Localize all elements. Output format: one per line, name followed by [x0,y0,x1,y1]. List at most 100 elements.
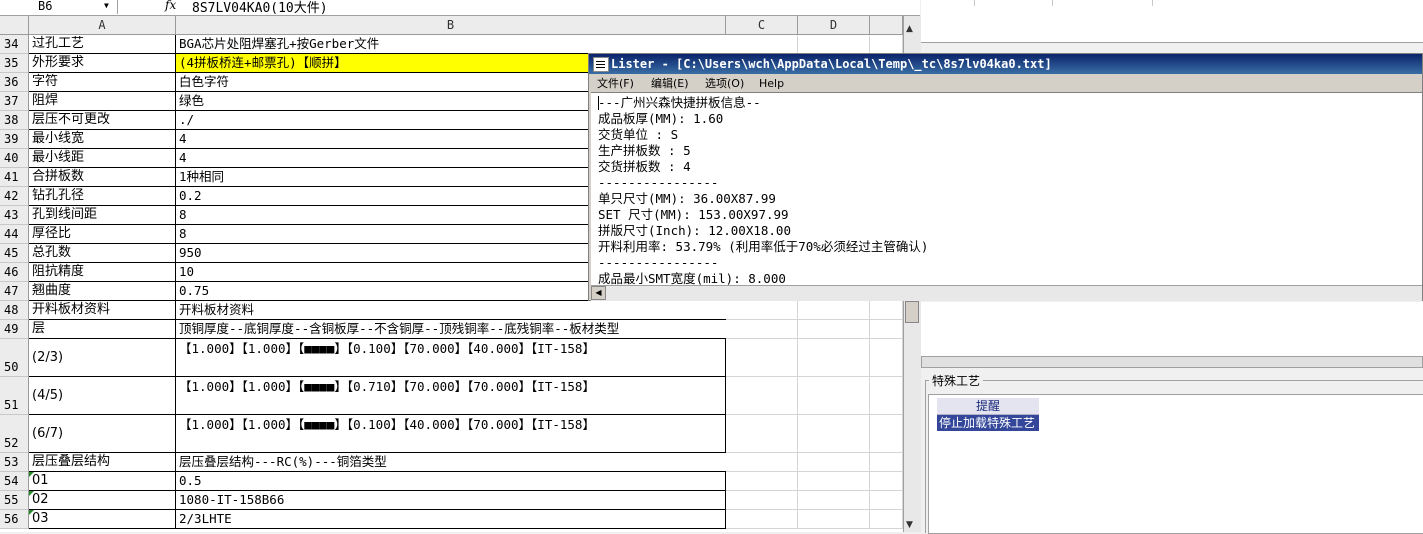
cell-b[interactable]: 层压叠层结构---RC(%)---铜箔类型 [176,453,726,472]
cell-a[interactable]: 最小线宽 [29,130,176,149]
row-header[interactable]: 45 [0,244,29,263]
cell-a[interactable]: 合拼板数 [29,168,176,187]
column-header-c[interactable]: C [726,16,798,35]
cell-c[interactable] [726,491,798,510]
row-header[interactable]: 39 [0,130,29,149]
row-header[interactable]: 55 [0,491,29,510]
cell-a[interactable]: 层 [29,320,176,339]
cell-c[interactable] [726,320,798,339]
row-header[interactable]: 54 [0,472,29,491]
cell-b[interactable]: 2/3LHTE [176,510,726,529]
cell-d[interactable] [798,491,870,510]
row-header[interactable]: 47 [0,282,29,301]
cell-c[interactable] [726,510,798,529]
lister-horizontal-scrollbar[interactable]: ◀ [591,285,1422,301]
cell-a[interactable]: 层压不可更改 [29,111,176,130]
lister-window[interactable]: Lister - [C:\Users\wch\AppData\Local\Tem… [588,53,1423,301]
menu-help[interactable]: Help [759,75,784,92]
row-header[interactable]: 56 [0,510,29,529]
cell-b[interactable]: BGA芯片处阻焊塞孔+按Gerber文件 [176,35,726,54]
chevron-down-icon[interactable]: ▼ [104,0,109,12]
row-header[interactable]: 44 [0,225,29,244]
row-header[interactable]: 35 [0,54,29,73]
row-header[interactable]: 49 [0,320,29,339]
cell-a[interactable]: 层压叠层结构 [29,453,176,472]
cell-d[interactable] [798,320,870,339]
cell-b[interactable]: 开料板材资料 [176,301,726,320]
cell-e[interactable] [870,301,903,320]
row-header[interactable]: 43 [0,206,29,225]
formula-input[interactable]: 8S7LV04KA0(10大件) [192,0,328,15]
cell-b[interactable]: 【1.000】【1.000】【■■■■】【0.100】【70.000】【40.0… [176,339,726,377]
cell-d[interactable] [798,35,870,54]
select-all-corner[interactable] [0,16,29,35]
cell-b[interactable]: 0.5 [176,472,726,491]
row-header[interactable]: 52 [0,415,29,453]
cell-c[interactable] [726,377,798,415]
cell-a[interactable]: 阻抗精度 [29,263,176,282]
cell-d[interactable] [798,377,870,415]
cell-c[interactable] [726,35,798,54]
menu-edit[interactable]: 编辑(E) [651,75,689,92]
row-header[interactable]: 53 [0,453,29,472]
cell-d[interactable] [798,301,870,320]
cell-a[interactable]: 外形要求 [29,54,176,73]
column-header-d[interactable]: D [798,16,870,35]
row-header[interactable]: 46 [0,263,29,282]
column-header-a[interactable]: A [29,16,176,35]
scroll-left-icon[interactable]: ◀ [591,286,606,300]
lister-text-view[interactable]: ---广州兴森快捷拼板信息-- 成品板厚(MM): 1.60 交货单位 : S 生产拼… [591,92,1422,286]
row-header[interactable]: 42 [0,187,29,206]
row-header[interactable]: 50 [0,339,29,377]
cell-d[interactable] [798,339,870,377]
cell-e[interactable] [870,453,903,472]
cell-e[interactable] [870,320,903,339]
cell-a[interactable]: 01 [29,472,176,491]
column-header-reminder[interactable]: 提醒 [937,398,1039,415]
cell-c[interactable] [726,415,798,453]
cell-a[interactable]: (2/3) [29,339,176,377]
column-header-b[interactable]: B [176,16,726,35]
cell-a[interactable]: 钻孔孔径 [29,187,176,206]
row-header[interactable]: 48 [0,301,29,320]
row-header[interactable]: 40 [0,149,29,168]
row-header[interactable]: 34 [0,35,29,54]
cell-a[interactable]: 03 [29,510,176,529]
row-header[interactable]: 36 [0,73,29,92]
cell-e[interactable] [870,491,903,510]
row-header[interactable]: 51 [0,377,29,415]
cell-a[interactable]: (4/5) [29,377,176,415]
right-horizontal-scrollbar[interactable] [921,356,1423,368]
cell-d[interactable] [798,472,870,491]
cell-a[interactable]: 厚径比 [29,225,176,244]
fx-icon[interactable]: fx [165,0,176,12]
cell-a[interactable]: 过孔工艺 [29,35,176,54]
cell-a[interactable]: 最小线距 [29,149,176,168]
cell-e[interactable] [870,339,903,377]
menu-file[interactable]: 文件(F) [597,75,634,92]
cell-d[interactable] [798,415,870,453]
menu-options[interactable]: 选项(O) [705,75,744,92]
name-box[interactable]: B6 ▼ [0,0,118,14]
special-process-row[interactable]: 停止加载特殊工艺 [937,415,1039,431]
cell-a[interactable]: 阻焊 [29,92,176,111]
cell-e[interactable] [870,510,903,529]
row-header[interactable]: 37 [0,92,29,111]
cell-a[interactable]: 字符 [29,73,176,92]
cell-d[interactable] [798,510,870,529]
cell-b[interactable]: 【1.000】【1.000】【■■■■】【0.100】【40.000】【70.0… [176,415,726,453]
cell-d[interactable] [798,453,870,472]
cell-c[interactable] [726,339,798,377]
cell-e[interactable] [870,472,903,491]
cell-a[interactable]: 翘曲度 [29,282,176,301]
cell-a[interactable]: 02 [29,491,176,510]
column-header-e[interactable] [870,16,903,35]
cell-e[interactable] [870,35,903,54]
scroll-up-icon[interactable]: ▲ [906,24,913,34]
cell-b[interactable]: 【1.000】【1.000】【■■■■】【0.710】【70.000】【70.0… [176,377,726,415]
lister-title-bar[interactable]: Lister - [C:\Users\wch\AppData\Local\Tem… [589,54,1422,74]
cell-e[interactable] [870,377,903,415]
cell-b[interactable]: 1080-IT-158B66 [176,491,726,510]
row-header[interactable]: 38 [0,111,29,130]
cell-a[interactable]: (6/7) [29,415,176,453]
